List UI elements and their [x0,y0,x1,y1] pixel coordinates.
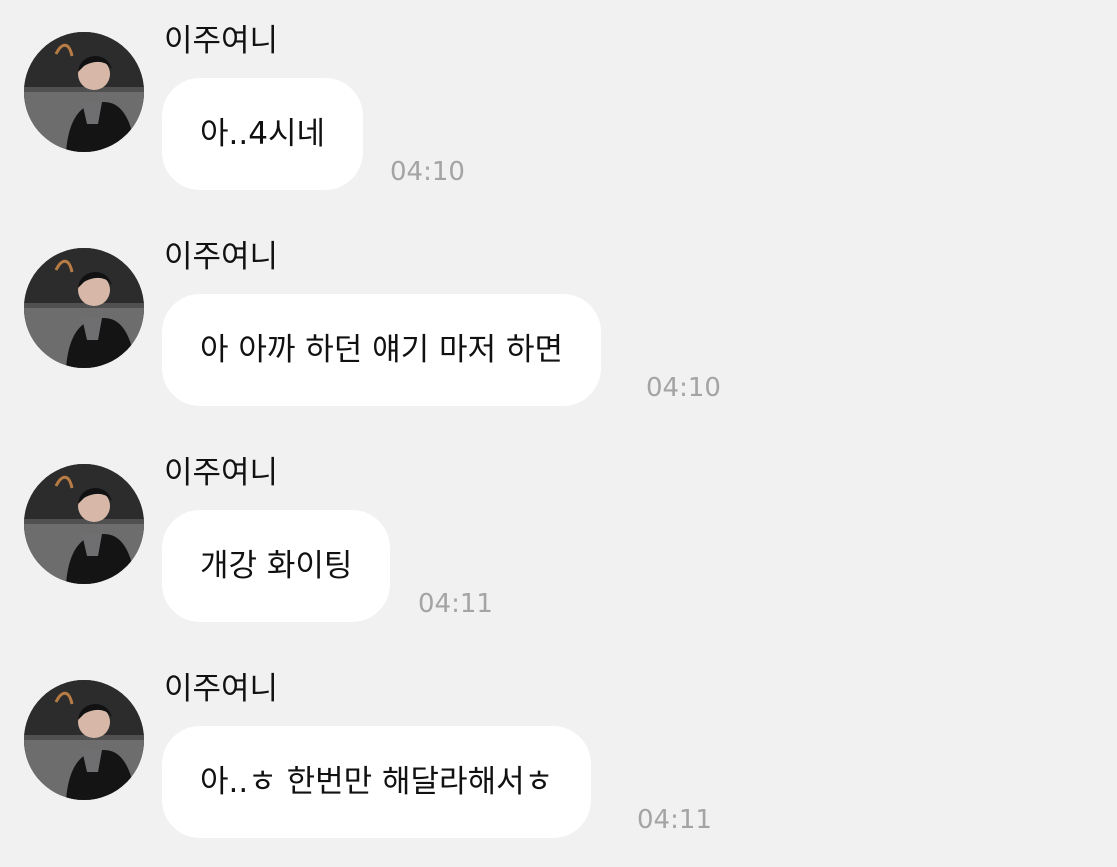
profile-avatar-icon[interactable] [24,32,144,152]
message-bubble[interactable]: 아..ㅎ 한번만 해달라해서ㅎ [162,726,592,838]
message-bubble[interactable]: 아 아까 하던 얘기 마저 하면 [162,294,601,406]
profile-avatar-icon[interactable] [24,680,144,800]
sender-name: 이주여니 [164,455,279,491]
chat-message-row: 이주여니 아 아까 하던 얘기 마저 하면 04:10 [0,232,1117,406]
message-bubble[interactable]: 아..4시네 [162,78,363,190]
chat-message-row: 이주여니 아..4시네 04:10 [0,16,1117,190]
message-time: 04:10 [646,373,721,403]
message-bubble[interactable]: 개강 화이팅 [162,510,391,622]
chat-message-row: 이주여니 아..ㅎ 한번만 해달라해서ㅎ 04:11 [0,664,1117,838]
chat-message-row: 이주여니 개강 화이팅 04:11 [0,448,1117,622]
profile-avatar-icon[interactable] [24,248,144,368]
sender-name: 이주여니 [164,239,279,275]
message-time: 04:10 [390,157,465,187]
message-time: 04:11 [418,589,493,619]
profile-avatar-icon[interactable] [24,464,144,584]
sender-name: 이주여니 [164,23,279,59]
message-time: 04:11 [637,805,712,835]
sender-name: 이주여니 [164,671,279,707]
